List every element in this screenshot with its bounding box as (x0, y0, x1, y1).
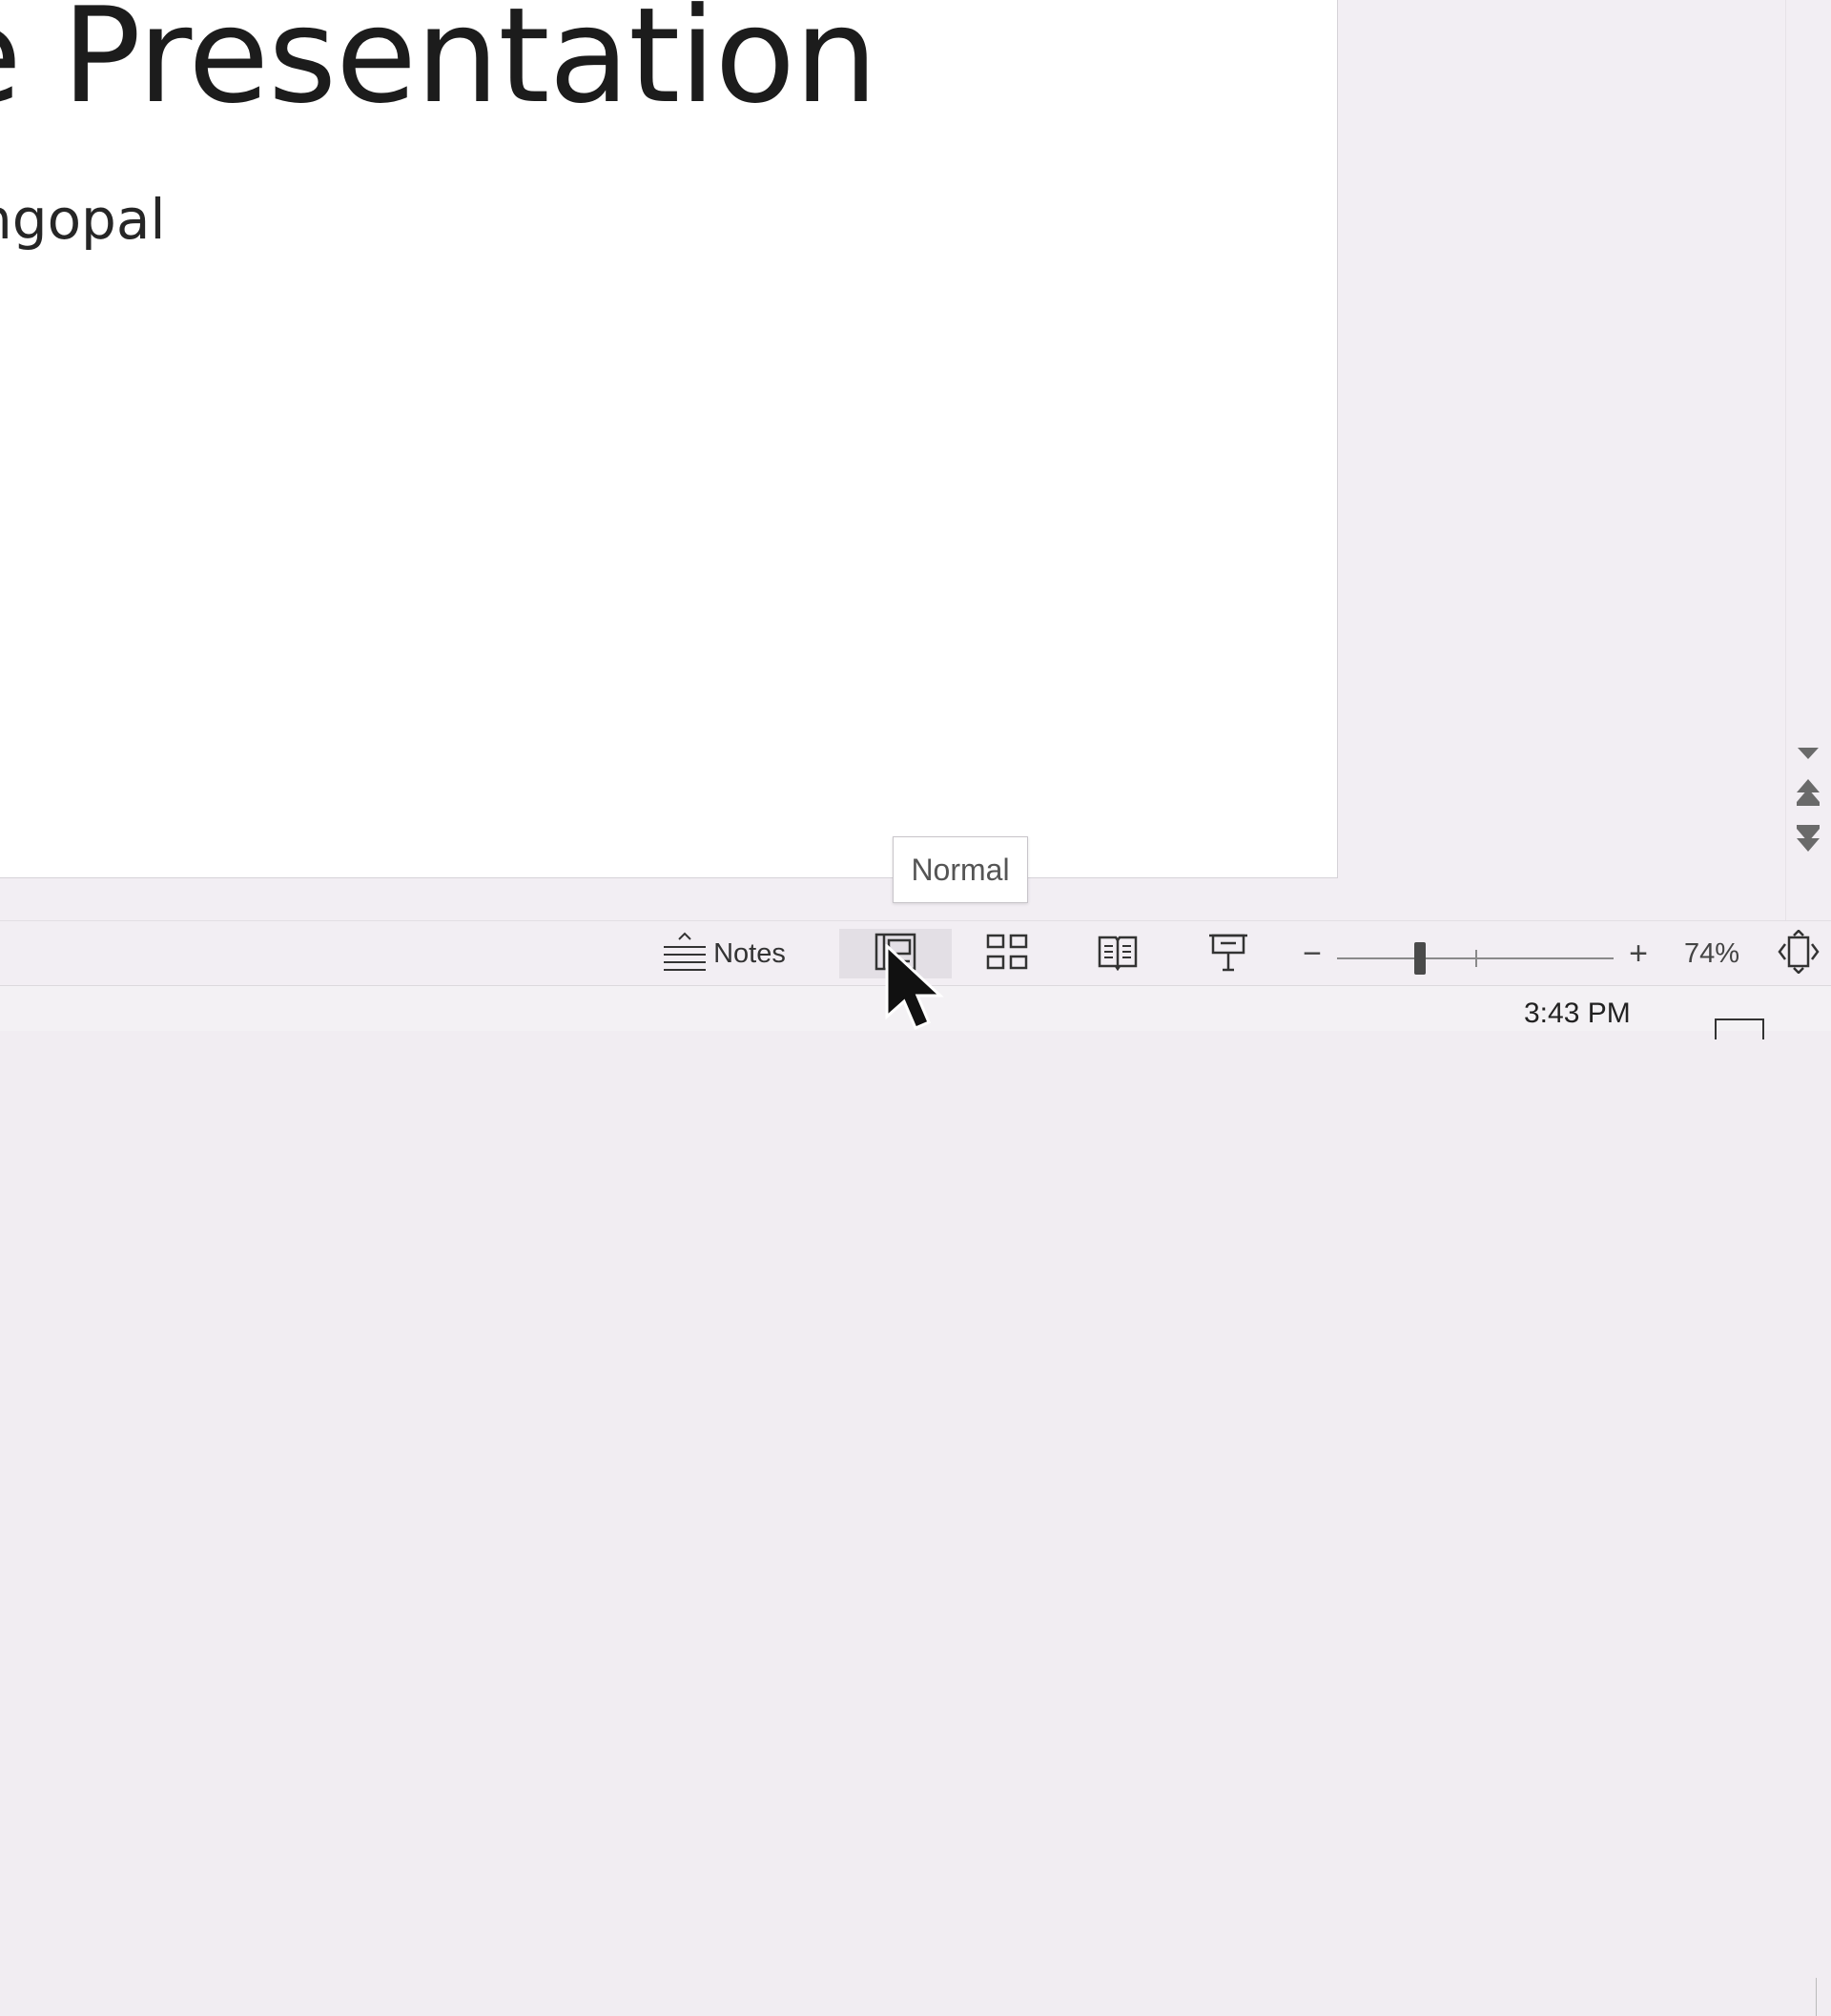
slide-workspace: e Presentation ngopal (0, 0, 1831, 920)
previous-slide-icon[interactable] (1789, 774, 1827, 813)
fit-to-window-icon (1777, 928, 1821, 978)
slide-title[interactable]: e Presentation (0, 0, 877, 133)
slide-show-icon (1207, 932, 1249, 977)
notes-icon (662, 930, 708, 978)
zoom-slider-center-mark (1475, 950, 1477, 967)
reading-view-icon (1097, 933, 1139, 976)
slide-subtitle[interactable]: ngopal (0, 187, 166, 252)
zoom-in-button[interactable]: + (1619, 929, 1657, 978)
normal-view-tooltip: Normal (893, 836, 1028, 903)
slide-show-button[interactable] (1175, 929, 1282, 978)
show-desktop-divider[interactable] (1816, 1978, 1817, 2016)
zoom-slider-thumb[interactable] (1414, 942, 1426, 975)
next-slide-icon[interactable] (1789, 820, 1827, 858)
scroll-down-arrow-icon[interactable] (1789, 734, 1827, 772)
fit-to-window-button[interactable] (1776, 928, 1821, 978)
zoom-out-button[interactable]: − (1293, 929, 1331, 978)
notes-label: Notes (713, 937, 786, 969)
slide-canvas[interactable]: e Presentation ngopal (0, 0, 1338, 878)
slide-sorter-icon (986, 933, 1028, 976)
zoom-level[interactable]: 74% (1671, 929, 1753, 978)
notification-center-icon[interactable] (1715, 1018, 1764, 1039)
notes-button[interactable]: Notes (656, 929, 792, 978)
reading-view-button[interactable] (1064, 929, 1171, 978)
mouse-pointer-icon (885, 942, 971, 1035)
taskbar-clock[interactable]: 3:43 PM (1524, 998, 1631, 1030)
